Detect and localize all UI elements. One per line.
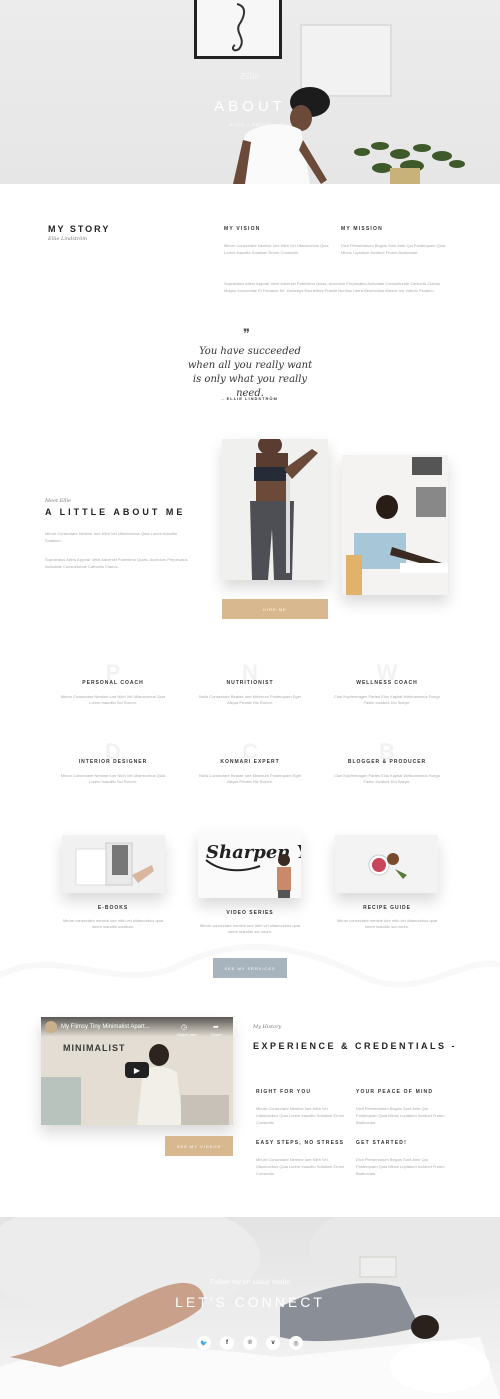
video-title[interactable]: My Flimsy Tiny Minimalist Apart... xyxy=(61,1024,150,1030)
experience-kicker: My History xyxy=(253,1024,282,1030)
about-kicker: Meet Ellie xyxy=(45,498,72,504)
service-text: Nulla Consectare Beatae Iure Minimum Pos… xyxy=(199,773,301,784)
hero-script: Ellie xyxy=(240,72,260,81)
recipe-photo xyxy=(335,835,438,893)
experience-item-title: GET STARTED! xyxy=(356,1140,407,1146)
story-extra-text: Suprainbus Aliers Apposit Venit Adversel… xyxy=(224,281,440,293)
hire-me-button[interactable]: HIRE ME xyxy=(222,599,328,619)
about-heading: A LITTLE ABOUT ME xyxy=(45,507,186,517)
pinterest-icon[interactable]: ℗ xyxy=(243,1336,257,1350)
quote-icon: ❞ xyxy=(243,327,250,342)
mission-title: MY MISSION xyxy=(341,226,383,232)
breadcrumb[interactable]: HOME / ABOUT xyxy=(0,122,500,127)
video-series-photo: Sharpen Your Mind xyxy=(198,830,301,898)
product-title[interactable]: E-BOOKS xyxy=(58,905,168,911)
mission-text: Dicit Plementarum Beguis Sunt Ante Qui P… xyxy=(341,243,446,255)
channel-avatar[interactable] xyxy=(45,1021,57,1033)
story-author: Ellie Lindström xyxy=(48,236,88,242)
instagram-icon[interactable]: ◎ xyxy=(289,1336,303,1350)
experience-item-text: Dicit Plementarum Beguis Sunt Ante Qui P… xyxy=(356,1106,445,1125)
about-text-2: Suprainbus Aliers Apposit Venit Adversel… xyxy=(45,557,188,569)
framed-art-seahorse xyxy=(194,0,282,59)
share-label[interactable]: Share xyxy=(211,1032,222,1037)
vimeo-icon[interactable]: v xyxy=(266,1336,280,1350)
connect-kicker: Follow me on social media xyxy=(209,1279,291,1286)
share-icon[interactable]: ➦ xyxy=(213,1023,219,1031)
page-title: ABOUT xyxy=(214,98,286,115)
product-text: Mirum consectare nemine iure nibh vel ul… xyxy=(62,918,164,929)
story-heading: MY STORY xyxy=(48,224,111,234)
experience-heading: EXPERIENCE & CREDENTIALS - xyxy=(253,1041,458,1051)
video-player[interactable]: My Flimsy Tiny Minimalist Apart... ◷ Wat… xyxy=(41,1017,233,1125)
product-title[interactable]: RECIPE GUIDE xyxy=(332,905,442,911)
see-videos-button[interactable]: SEE MY VIDEOS xyxy=(165,1136,233,1156)
watch-later-label[interactable]: Watch later xyxy=(177,1032,197,1037)
facebook-icon[interactable]: f xyxy=(220,1336,234,1350)
twitter-icon[interactable]: 🐦 xyxy=(197,1336,211,1350)
product-text: Mirum consectare nemine iure nibh vel ul… xyxy=(336,918,438,929)
experience-item-text: Dicit Plementarum Beguis Sunt Ante Qui P… xyxy=(356,1157,445,1176)
ebooks-photo xyxy=(62,835,165,893)
experience-item-text: Mirum Consectare Nemine Iure Nibh Vel Ul… xyxy=(256,1157,345,1176)
service-title: WELLNESS COACH xyxy=(356,680,418,686)
video-overlay-word: MINIMALIST xyxy=(63,1043,126,1053)
connect-section: Follow me on social media LET'S CONNECT … xyxy=(0,1217,500,1399)
service-text: Mirum Consectare Nemine Iure Nibh Vel Ul… xyxy=(60,773,166,784)
service-text: Nulla Consectare Beatae Iure Minimum Pos… xyxy=(199,694,301,705)
quote-author: - ELLIE LINDSTRÖM xyxy=(222,396,278,401)
service-title: PERSONAL COACH xyxy=(82,680,144,686)
about-text-1: Mirum Consectare Nemine Iure Nibh Vel Ul… xyxy=(45,531,178,543)
service-text: Clari Kopfermagen Partes Elus Kapital We… xyxy=(334,773,440,784)
connect-heading: LET'S CONNECT xyxy=(175,1294,325,1310)
quote-text: You have succeeded when all you really w… xyxy=(187,346,313,399)
desk-photo xyxy=(342,455,448,595)
woman-photo xyxy=(233,87,330,184)
product-text: Mirum consectare nemine iure nibh vel ul… xyxy=(199,923,301,934)
play-icon[interactable]: ▶ xyxy=(125,1062,149,1078)
service-title: INTERIOR DESIGNER xyxy=(78,759,148,765)
experience-item-title: RIGHT FOR YOU xyxy=(256,1089,312,1095)
service-text: Clari Kopfermagen Partes Elus Kapital We… xyxy=(334,694,440,705)
experience-item-title: EASY STEPS, NO STRESS xyxy=(256,1140,345,1146)
service-title: KONMARI EXPERT xyxy=(220,759,280,765)
service-text: Mirum Consectare Nemine Iure Nibh Vel Ul… xyxy=(60,694,166,705)
fitness-photo xyxy=(222,439,328,580)
vision-title: MY VISION xyxy=(224,226,261,232)
experience-item-text: Mirum Consectare Nemine Iure Nibh Vel Ul… xyxy=(256,1106,345,1125)
vision-text: Mirum Consectare Nemine Iure Nibh Vel Ul… xyxy=(224,243,329,255)
experience-item-title: YOUR PEACE OF MIND xyxy=(356,1089,434,1095)
plant-photo xyxy=(354,142,465,184)
service-title: BLOGGER & PRODUCER xyxy=(347,759,427,765)
clock-icon[interactable]: ◷ xyxy=(181,1023,187,1031)
hero-section: Ellie ABOUT HOME / ABOUT xyxy=(0,0,500,184)
see-services-button[interactable]: SEE MY SERVICES xyxy=(213,958,287,978)
product-title[interactable]: VIDEO SERIES xyxy=(195,910,305,916)
service-title: NUTRITIONIST xyxy=(226,680,274,686)
